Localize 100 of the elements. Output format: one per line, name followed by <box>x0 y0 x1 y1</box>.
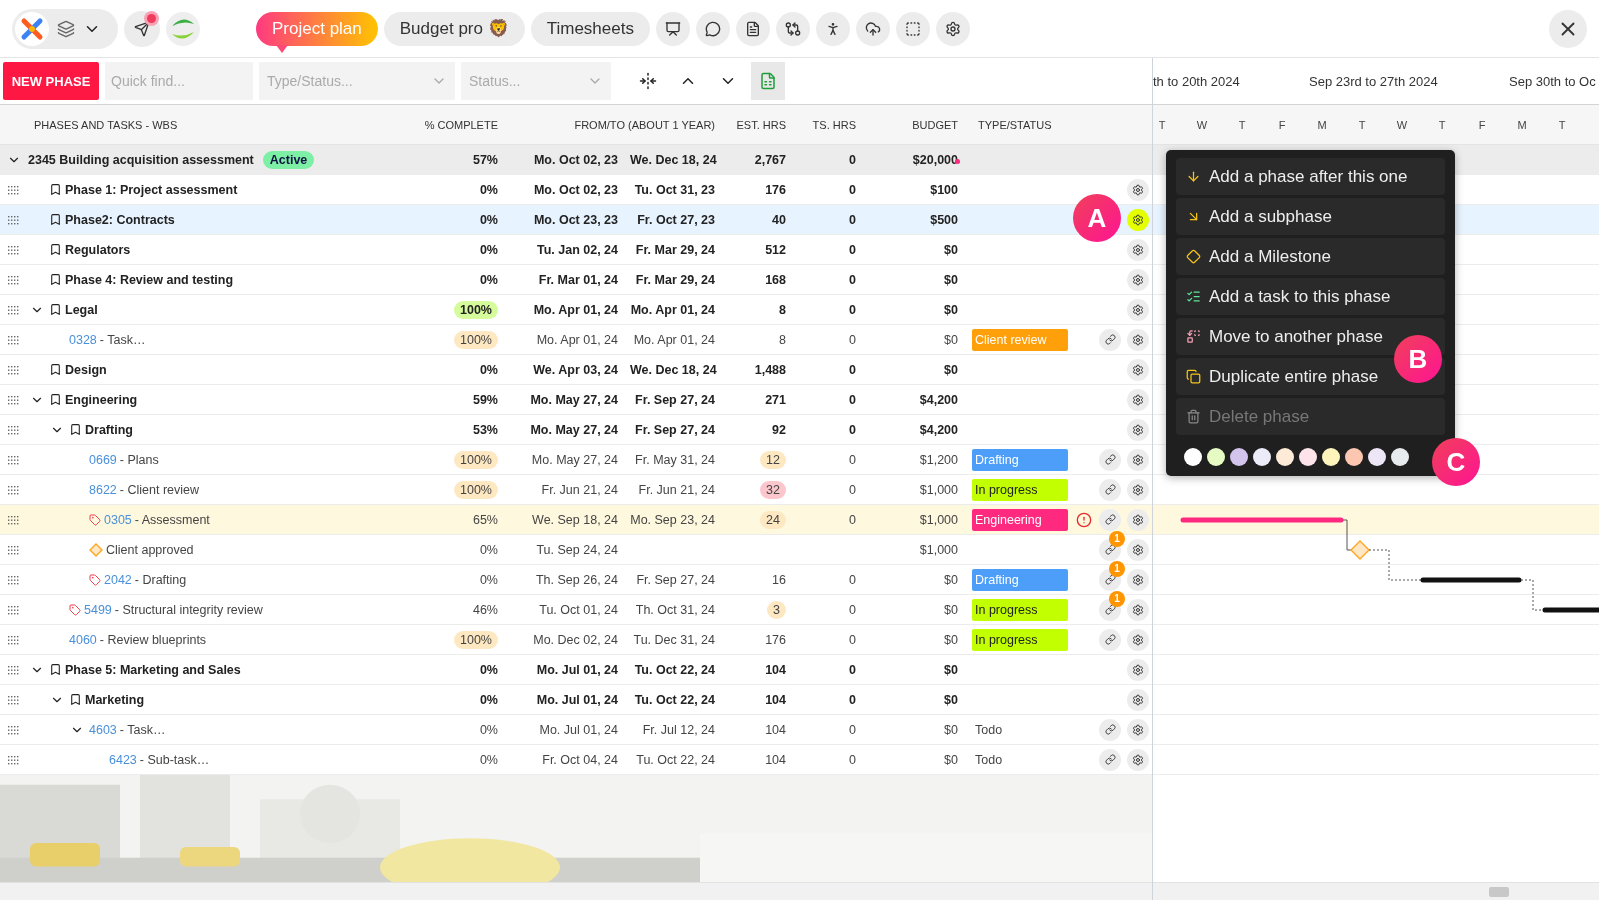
column-header: BUDGET <box>911 118 959 131</box>
timesheet-hours: 0 <box>848 662 857 677</box>
hours-badge: 3 <box>767 600 786 619</box>
percent-text: 0% <box>479 542 498 557</box>
budget-amount: $100 <box>930 182 958 197</box>
budget-amount: $0 <box>944 692 958 707</box>
task-name: - Drafting <box>134 572 187 587</box>
task-name: - Review blueprints <box>99 632 207 647</box>
budget-amount: $0 <box>944 362 958 377</box>
timesheet-hours: 0 <box>848 182 857 197</box>
end-date: Th. Oct 31, 24 <box>634 602 716 617</box>
percent-text: 0% <box>479 662 498 677</box>
percent-text: 0% <box>479 722 498 737</box>
end-date: Fr. Mar 29, 24 <box>634 242 716 257</box>
percent-badge: 100% <box>454 300 498 319</box>
phase-name: Engineering <box>65 392 138 407</box>
percent-text: 65% <box>472 512 498 527</box>
hours-badge: 32 <box>760 480 786 499</box>
timesheet-hours: 0 <box>848 332 857 347</box>
end-date: Fr. Sep 27, 24 <box>634 422 716 437</box>
phase-name: Design <box>65 362 107 377</box>
budget-amount: $0 <box>944 272 958 287</box>
end-date: Tu. Oct 31, 23 <box>633 182 716 197</box>
percent-text: 0% <box>479 692 498 707</box>
column-header: TS. HRS <box>811 118 857 131</box>
phase-name: Marketing <box>85 692 145 707</box>
timesheet-hours: 0 <box>848 452 857 467</box>
budget-amount: $0 <box>944 332 958 347</box>
percent-text: 59% <box>472 392 498 407</box>
status-tag: Drafting <box>972 568 1068 591</box>
status-tag: In progress <box>972 628 1068 651</box>
start-date: Fr. Oct 04, 24 <box>541 752 619 767</box>
percent-text: 0% <box>479 362 498 377</box>
end-date: Tu. Oct 22, 24 <box>633 692 716 707</box>
hours-badge: 24 <box>760 510 786 529</box>
hours-badge: 12 <box>760 450 786 469</box>
hours-text: 8 <box>779 302 786 317</box>
milestone-name: Client approved <box>106 542 194 557</box>
end-date: Fr. Mar 29, 24 <box>634 272 716 287</box>
hours-text: 168 <box>765 272 786 287</box>
day-label: W <box>1395 118 1409 131</box>
hours-text: 16 <box>772 572 786 587</box>
timesheet-hours: 0 <box>848 602 857 617</box>
hours-text: 104 <box>765 692 786 707</box>
phase-name: Drafting <box>85 422 133 437</box>
timesheet-hours: 0 <box>848 362 857 377</box>
hours-text: 92 <box>772 422 786 437</box>
day-label: W <box>1195 118 1209 131</box>
hours-text: 104 <box>765 722 786 737</box>
end-date: Fr. May 31, 24 <box>634 452 716 467</box>
budget-amount: $0 <box>944 242 958 257</box>
task-name: - Sub-task… <box>139 752 210 767</box>
percent-text: 0% <box>479 182 498 197</box>
end-date: Fr. Jun 21, 24 <box>637 482 716 497</box>
end-date: Tu. Oct 22, 24 <box>635 752 716 767</box>
hours-text: 512 <box>765 242 786 257</box>
percent-text: 0% <box>479 572 498 587</box>
end-date: We. Dec 18, 24 <box>629 152 718 167</box>
status-tag: In progress <box>972 598 1068 621</box>
timesheet-hours: 0 <box>848 422 857 437</box>
percent-text: 46% <box>472 602 498 617</box>
status-badge: Active <box>262 150 315 169</box>
timesheet-hours: 0 <box>848 302 857 317</box>
timesheet-hours: 0 <box>848 392 857 407</box>
status-tag: Client review <box>972 328 1068 351</box>
start-date: We. Sep 18, 24 <box>531 512 619 527</box>
status-tag: Engineering <box>972 508 1068 531</box>
hours-text: 40 <box>772 212 786 227</box>
budget-amount: $0 <box>944 632 958 647</box>
phase-name: Legal <box>65 302 98 317</box>
phase-name: Regulators <box>65 242 131 257</box>
start-date: We. Apr 03, 24 <box>532 362 619 377</box>
percent-text: 0% <box>479 242 498 257</box>
end-date: Fr. Jul 12, 24 <box>641 722 716 737</box>
hours-text: 8 <box>779 332 786 347</box>
end-date: Mo. Apr 01, 24 <box>632 332 716 347</box>
day-label: F <box>1477 118 1487 131</box>
start-date: Fr. Mar 01, 24 <box>537 272 619 287</box>
budget-amount: $0 <box>944 752 958 767</box>
status-tag: Drafting <box>972 448 1068 471</box>
hours-text: 176 <box>765 182 786 197</box>
end-date: Tu. Oct 22, 24 <box>633 662 716 677</box>
status-text: Todo <box>974 752 1004 767</box>
start-date: Mo. May 27, 24 <box>530 452 619 467</box>
percent-badge: 100% <box>454 480 498 499</box>
day-label: T <box>1357 118 1367 131</box>
end-date: Fr. Sep 27, 24 <box>635 572 716 587</box>
timesheet-hours: 0 <box>848 752 857 767</box>
start-date: Tu. Oct 01, 24 <box>538 602 619 617</box>
column-header: FROM/TO (ABOUT 1 YEAR) <box>573 118 716 131</box>
hours-text: 104 <box>765 662 786 677</box>
timesheet-hours: 0 <box>848 242 857 257</box>
timesheet-hours: 0 <box>848 512 857 527</box>
percent-text: 0% <box>479 212 498 227</box>
budget-amount: $4,200 <box>919 392 958 407</box>
timesheet-hours: 0 <box>848 152 857 167</box>
phase-name: Phase 5: Marketing and Sales <box>65 662 241 677</box>
phase-name: Phase 1: Project assessment <box>65 182 238 197</box>
budget-amount: $1,000 <box>919 542 958 557</box>
column-header: TYPE/STATUS <box>977 118 1053 131</box>
